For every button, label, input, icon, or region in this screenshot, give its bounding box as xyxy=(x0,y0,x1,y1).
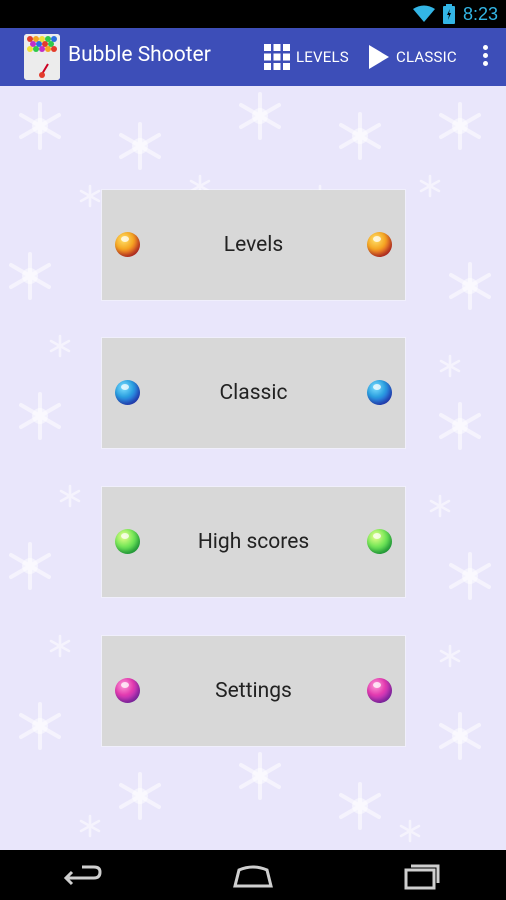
settings-button-label: Settings xyxy=(215,679,292,703)
clock: 8:23 xyxy=(462,3,498,24)
grid-icon xyxy=(264,44,290,70)
home-icon xyxy=(233,865,273,888)
bubble-icon xyxy=(115,678,140,703)
recent-apps-button[interactable] xyxy=(400,860,444,892)
main-content: Levels Classic High scores Settings xyxy=(0,86,506,850)
app-title: Bubble Shooter xyxy=(68,43,211,67)
bubble-icon xyxy=(115,232,140,257)
back-button[interactable] xyxy=(62,860,106,892)
overflow-menu-icon[interactable] xyxy=(482,45,488,71)
recent-apps-icon xyxy=(404,864,440,890)
levels-action-label: LEVELS xyxy=(296,48,349,66)
navigation-bar xyxy=(0,850,506,900)
levels-action[interactable]: LEVELS xyxy=(264,42,349,72)
bubble-icon xyxy=(115,380,140,405)
action-bar: Bubble Shooter LEVELS CLASSIC xyxy=(0,28,506,86)
wifi-icon xyxy=(412,5,435,22)
home-button[interactable] xyxy=(231,860,275,892)
app-icon[interactable] xyxy=(24,34,60,80)
bubble-icon xyxy=(367,380,392,405)
high-scores-button[interactable]: High scores xyxy=(102,487,405,597)
bubble-icon xyxy=(367,232,392,257)
back-icon xyxy=(63,865,102,886)
settings-button[interactable]: Settings xyxy=(102,636,405,746)
classic-button-label: Classic xyxy=(219,381,288,405)
battery-icon xyxy=(442,4,455,24)
bubble-icon xyxy=(367,678,392,703)
classic-button[interactable]: Classic xyxy=(102,338,405,448)
high-scores-button-label: High scores xyxy=(197,530,310,554)
classic-action-label: CLASSIC xyxy=(396,48,457,66)
bubble-icon xyxy=(115,529,140,554)
status-bar: 8:23 xyxy=(0,0,506,28)
play-icon xyxy=(369,45,389,69)
levels-button-label: Levels xyxy=(223,233,284,257)
classic-action[interactable]: CLASSIC xyxy=(368,42,457,72)
bubble-icon xyxy=(367,529,392,554)
levels-button[interactable]: Levels xyxy=(102,190,405,300)
